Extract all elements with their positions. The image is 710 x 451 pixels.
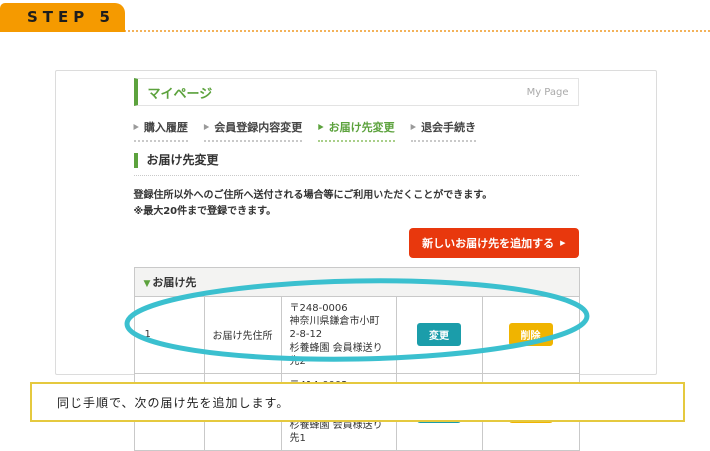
caption-box: 同じ手順で、次の届け先を追加します。 xyxy=(30,382,685,422)
table-header-label: お届け先 xyxy=(152,276,196,289)
arrow-right-icon: ▶ xyxy=(204,123,209,132)
tab-label: 会員登録内容変更 xyxy=(214,119,302,135)
triangle-down-icon: ▼ xyxy=(144,279,151,289)
add-button-label: 新しいお届け先を追加する xyxy=(422,235,554,251)
caption-text: 同じ手順で、次の届け先を追加します。 xyxy=(57,394,289,411)
row-type-label: お届け先住所 xyxy=(204,297,281,374)
page-title: マイページ xyxy=(138,83,527,102)
delivery-address-table: ▼お届け先 1 お届け先住所 〒248-0006 神奈川県鎌倉市小町2-8-12… xyxy=(134,267,580,451)
description-line-1: 登録住所以外へのご住所へ送付される場合等にご利用いただくことができます。 xyxy=(134,188,579,204)
add-delivery-address-button[interactable]: 新しいお届け先を追加する ▶ xyxy=(409,228,578,258)
change-button[interactable]: 変更 xyxy=(417,323,461,346)
tab-label: 購入履歴 xyxy=(144,119,188,135)
table-row: 1 お届け先住所 〒248-0006 神奈川県鎌倉市小町2-8-12 杉養蜂園 … xyxy=(134,297,579,374)
tab-purchase-history[interactable]: ▶ 購入履歴 xyxy=(134,119,188,142)
recipient-name: 杉養蜂園 会員様送り先2 xyxy=(290,342,388,368)
street-address: 神奈川県鎌倉市小町2-8-12 xyxy=(290,315,388,341)
arrow-right-icon: ▶ xyxy=(318,123,323,132)
description-line-2: ※最大20件まで登録できます。 xyxy=(134,204,579,220)
row-number: 1 xyxy=(134,297,204,374)
delete-button[interactable]: 削除 xyxy=(509,323,553,346)
mypage-card: マイページ My Page ▶ 購入履歴 ▶ 会員登録内容変更 ▶ お届け先変更… xyxy=(55,70,657,375)
section-title-delivery-change: お届け先変更 xyxy=(134,153,579,176)
tab-label: お届け先変更 xyxy=(329,119,395,135)
arrow-right-icon: ▶ xyxy=(411,123,416,132)
delivery-address-table-wrap: ▼お届け先 1 お届け先住所 〒248-0006 神奈川県鎌倉市小町2-8-12… xyxy=(134,267,579,451)
row-address: 〒248-0006 神奈川県鎌倉市小町2-8-12 杉養蜂園 会員様送り先2 xyxy=(281,297,396,374)
mypage-header: マイページ My Page xyxy=(134,78,579,106)
page-subtitle: My Page xyxy=(527,87,578,98)
tab-label: 退会手続き xyxy=(421,119,476,135)
tab-member-info-change[interactable]: ▶ 会員登録内容変更 xyxy=(204,119,302,142)
tab-delivery-address-change[interactable]: ▶ お届け先変更 xyxy=(318,119,394,142)
step-banner: STEP 5 xyxy=(0,3,125,32)
arrow-right-icon: ▶ xyxy=(560,239,565,247)
tab-withdrawal[interactable]: ▶ 退会手続き xyxy=(411,119,476,142)
table-header-delivery: ▼お届け先 xyxy=(134,268,579,297)
section-description: 登録住所以外へのご住所へ送付される場合等にご利用いただくことができます。 ※最大… xyxy=(134,188,579,220)
arrow-right-icon: ▶ xyxy=(134,123,139,132)
account-nav: ▶ 購入履歴 ▶ 会員登録内容変更 ▶ お届け先変更 ▶ 退会手続き xyxy=(134,119,579,142)
recipient-name: 杉養蜂園 会員様送り先1 xyxy=(290,419,388,445)
step-banner-label: STEP 5 xyxy=(27,8,115,26)
postal-code: 〒248-0006 xyxy=(290,302,388,315)
